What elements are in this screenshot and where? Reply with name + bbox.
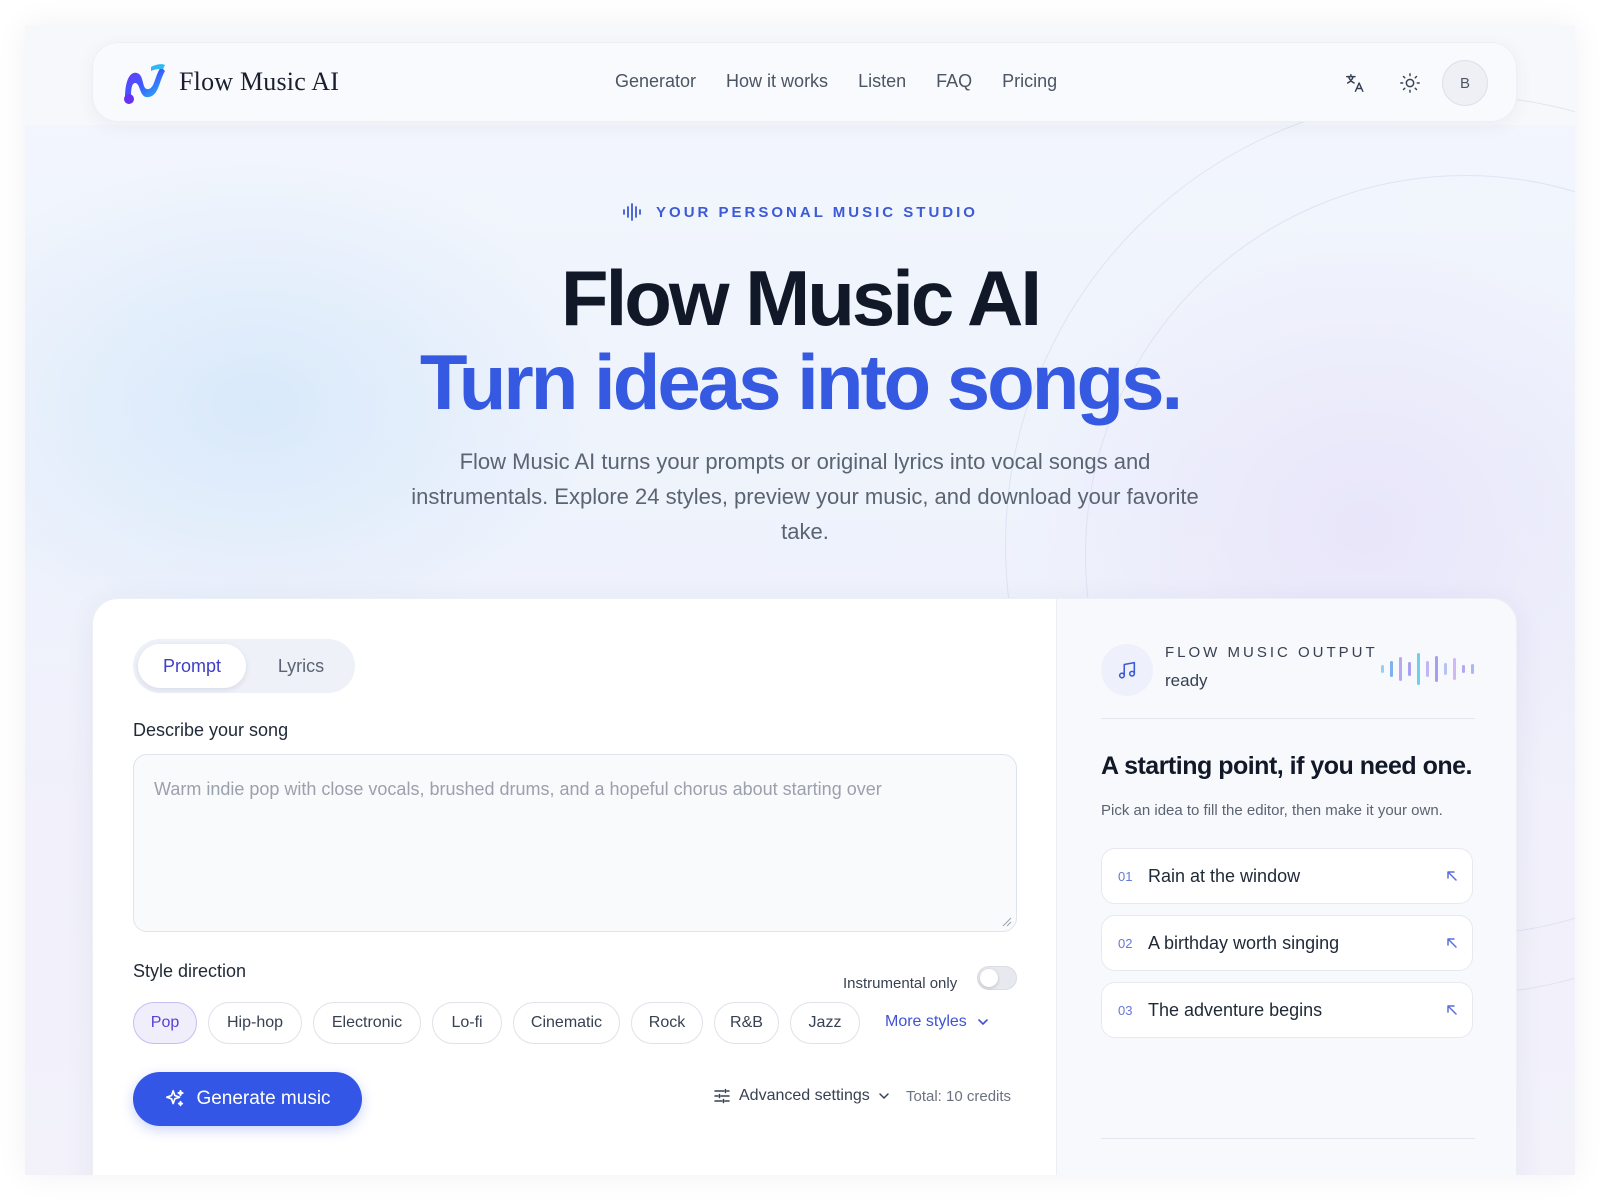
style-chip-rnb[interactable]: R&B: [714, 1002, 779, 1044]
nav-link-how-it-works[interactable]: How it works: [726, 71, 828, 92]
instrumental-label: Instrumental only: [843, 975, 958, 992]
style-chip-hip-hop[interactable]: Hip-hop: [208, 1002, 302, 1044]
output-title: FLOW MUSIC OUTPUT: [1165, 644, 1378, 661]
user-avatar[interactable]: B: [1442, 60, 1488, 106]
output-divider-bottom: [1101, 1138, 1475, 1139]
style-chip-electronic[interactable]: Electronic: [313, 1002, 421, 1044]
sparkle-icon: [166, 1089, 185, 1107]
chevron-down-icon: [977, 1019, 988, 1026]
mode-tabs: Prompt Lyrics: [133, 639, 355, 693]
eyebrow-text: YOUR PERSONAL MUSIC STUDIO: [656, 203, 978, 221]
style-chip-pop[interactable]: Pop: [133, 1002, 197, 1044]
starting-point-subtitle: Pick an idea to fill the editor, then ma…: [1101, 802, 1443, 819]
instrumental-toggle[interactable]: [977, 966, 1017, 990]
style-chip-lo-fi[interactable]: Lo-fi: [432, 1002, 502, 1044]
brand-name[interactable]: Flow Music AI: [179, 67, 339, 97]
advanced-settings-label: Advanced settings: [739, 1087, 870, 1104]
chevron-down-icon: [879, 1093, 889, 1100]
nav-link-generator[interactable]: Generator: [615, 71, 696, 92]
style-direction-label: Style direction: [133, 961, 247, 981]
translate-icon[interactable]: [1340, 68, 1370, 98]
output-panel: FLOW MUSIC OUTPUT ready A starting point…: [1056, 599, 1516, 1175]
audio-wave-icon: [1381, 653, 1474, 685]
waveform-icon: [623, 203, 641, 221]
toggle-knob: [980, 969, 998, 987]
generate-music-button[interactable]: Generate music: [133, 1072, 362, 1126]
describe-label: Describe your song: [133, 720, 289, 740]
style-chip-cinematic[interactable]: Cinematic: [513, 1002, 620, 1044]
style-chip-jazz[interactable]: Jazz: [790, 1002, 860, 1044]
sliders-icon: [714, 1088, 730, 1104]
idea-item[interactable]: 01 Rain at the window: [1101, 848, 1473, 904]
idea-item[interactable]: 03 The adventure begins: [1101, 982, 1473, 1038]
output-status: ready: [1165, 671, 1208, 690]
arrow-up-left-icon: [1432, 870, 1472, 882]
nav-link-faq[interactable]: FAQ: [936, 71, 972, 92]
nav-link-listen[interactable]: Listen: [858, 71, 906, 92]
hero-subtitle: Turn ideas into songs.: [419, 338, 1183, 426]
tab-prompt[interactable]: Prompt: [138, 644, 246, 688]
song-description-input[interactable]: [134, 755, 1016, 931]
idea-text: A birthday worth singing: [1148, 932, 1340, 953]
arrow-up-left-icon: [1432, 937, 1472, 949]
output-divider: [1101, 718, 1475, 719]
style-chip-rock[interactable]: Rock: [631, 1002, 703, 1044]
hero-description: Flow Music AI turns your prompts or orig…: [411, 449, 1199, 544]
idea-text: The adventure begins: [1148, 999, 1323, 1020]
song-description-field: [133, 754, 1017, 932]
top-navbar: Flow Music AI Generator How it works Lis…: [92, 42, 1517, 122]
nav-links: Generator How it works Listen FAQ Pricin…: [615, 71, 1087, 92]
sun-icon[interactable]: [1395, 68, 1425, 98]
generate-label: Generate music: [196, 1088, 331, 1109]
idea-text: Rain at the window: [1148, 865, 1301, 886]
nav-link-pricing[interactable]: Pricing: [1002, 71, 1057, 92]
credits-total: Total: 10 credits: [906, 1088, 1012, 1105]
idea-item[interactable]: 02 A birthday worth singing: [1101, 915, 1473, 971]
idea-number: 02: [1118, 935, 1133, 951]
arrow-up-left-icon: [1432, 1004, 1472, 1016]
tab-lyrics[interactable]: Lyrics: [251, 644, 351, 688]
music-note-icon: [1101, 644, 1153, 696]
starting-point-title: A starting point, if you need one.: [1101, 752, 1472, 780]
hero-title: Flow Music AI: [560, 254, 1042, 342]
resize-handle-icon[interactable]: [1002, 917, 1012, 927]
idea-number: 01: [1118, 868, 1133, 884]
generator-card: Prompt Lyrics Describe your song Style d…: [92, 598, 1517, 1175]
app-frame: Flow Music AI Generator How it works Lis…: [25, 25, 1575, 1175]
idea-number: 03: [1118, 1002, 1133, 1018]
advanced-settings-button[interactable]: Advanced settings: [713, 1087, 890, 1105]
more-styles-label: More styles: [885, 1013, 967, 1030]
more-styles-button[interactable]: More styles: [885, 1013, 989, 1031]
hero-eyebrow: YOUR PERSONAL MUSIC STUDIO: [25, 203, 1575, 221]
brand-logo-icon[interactable]: [121, 61, 167, 105]
